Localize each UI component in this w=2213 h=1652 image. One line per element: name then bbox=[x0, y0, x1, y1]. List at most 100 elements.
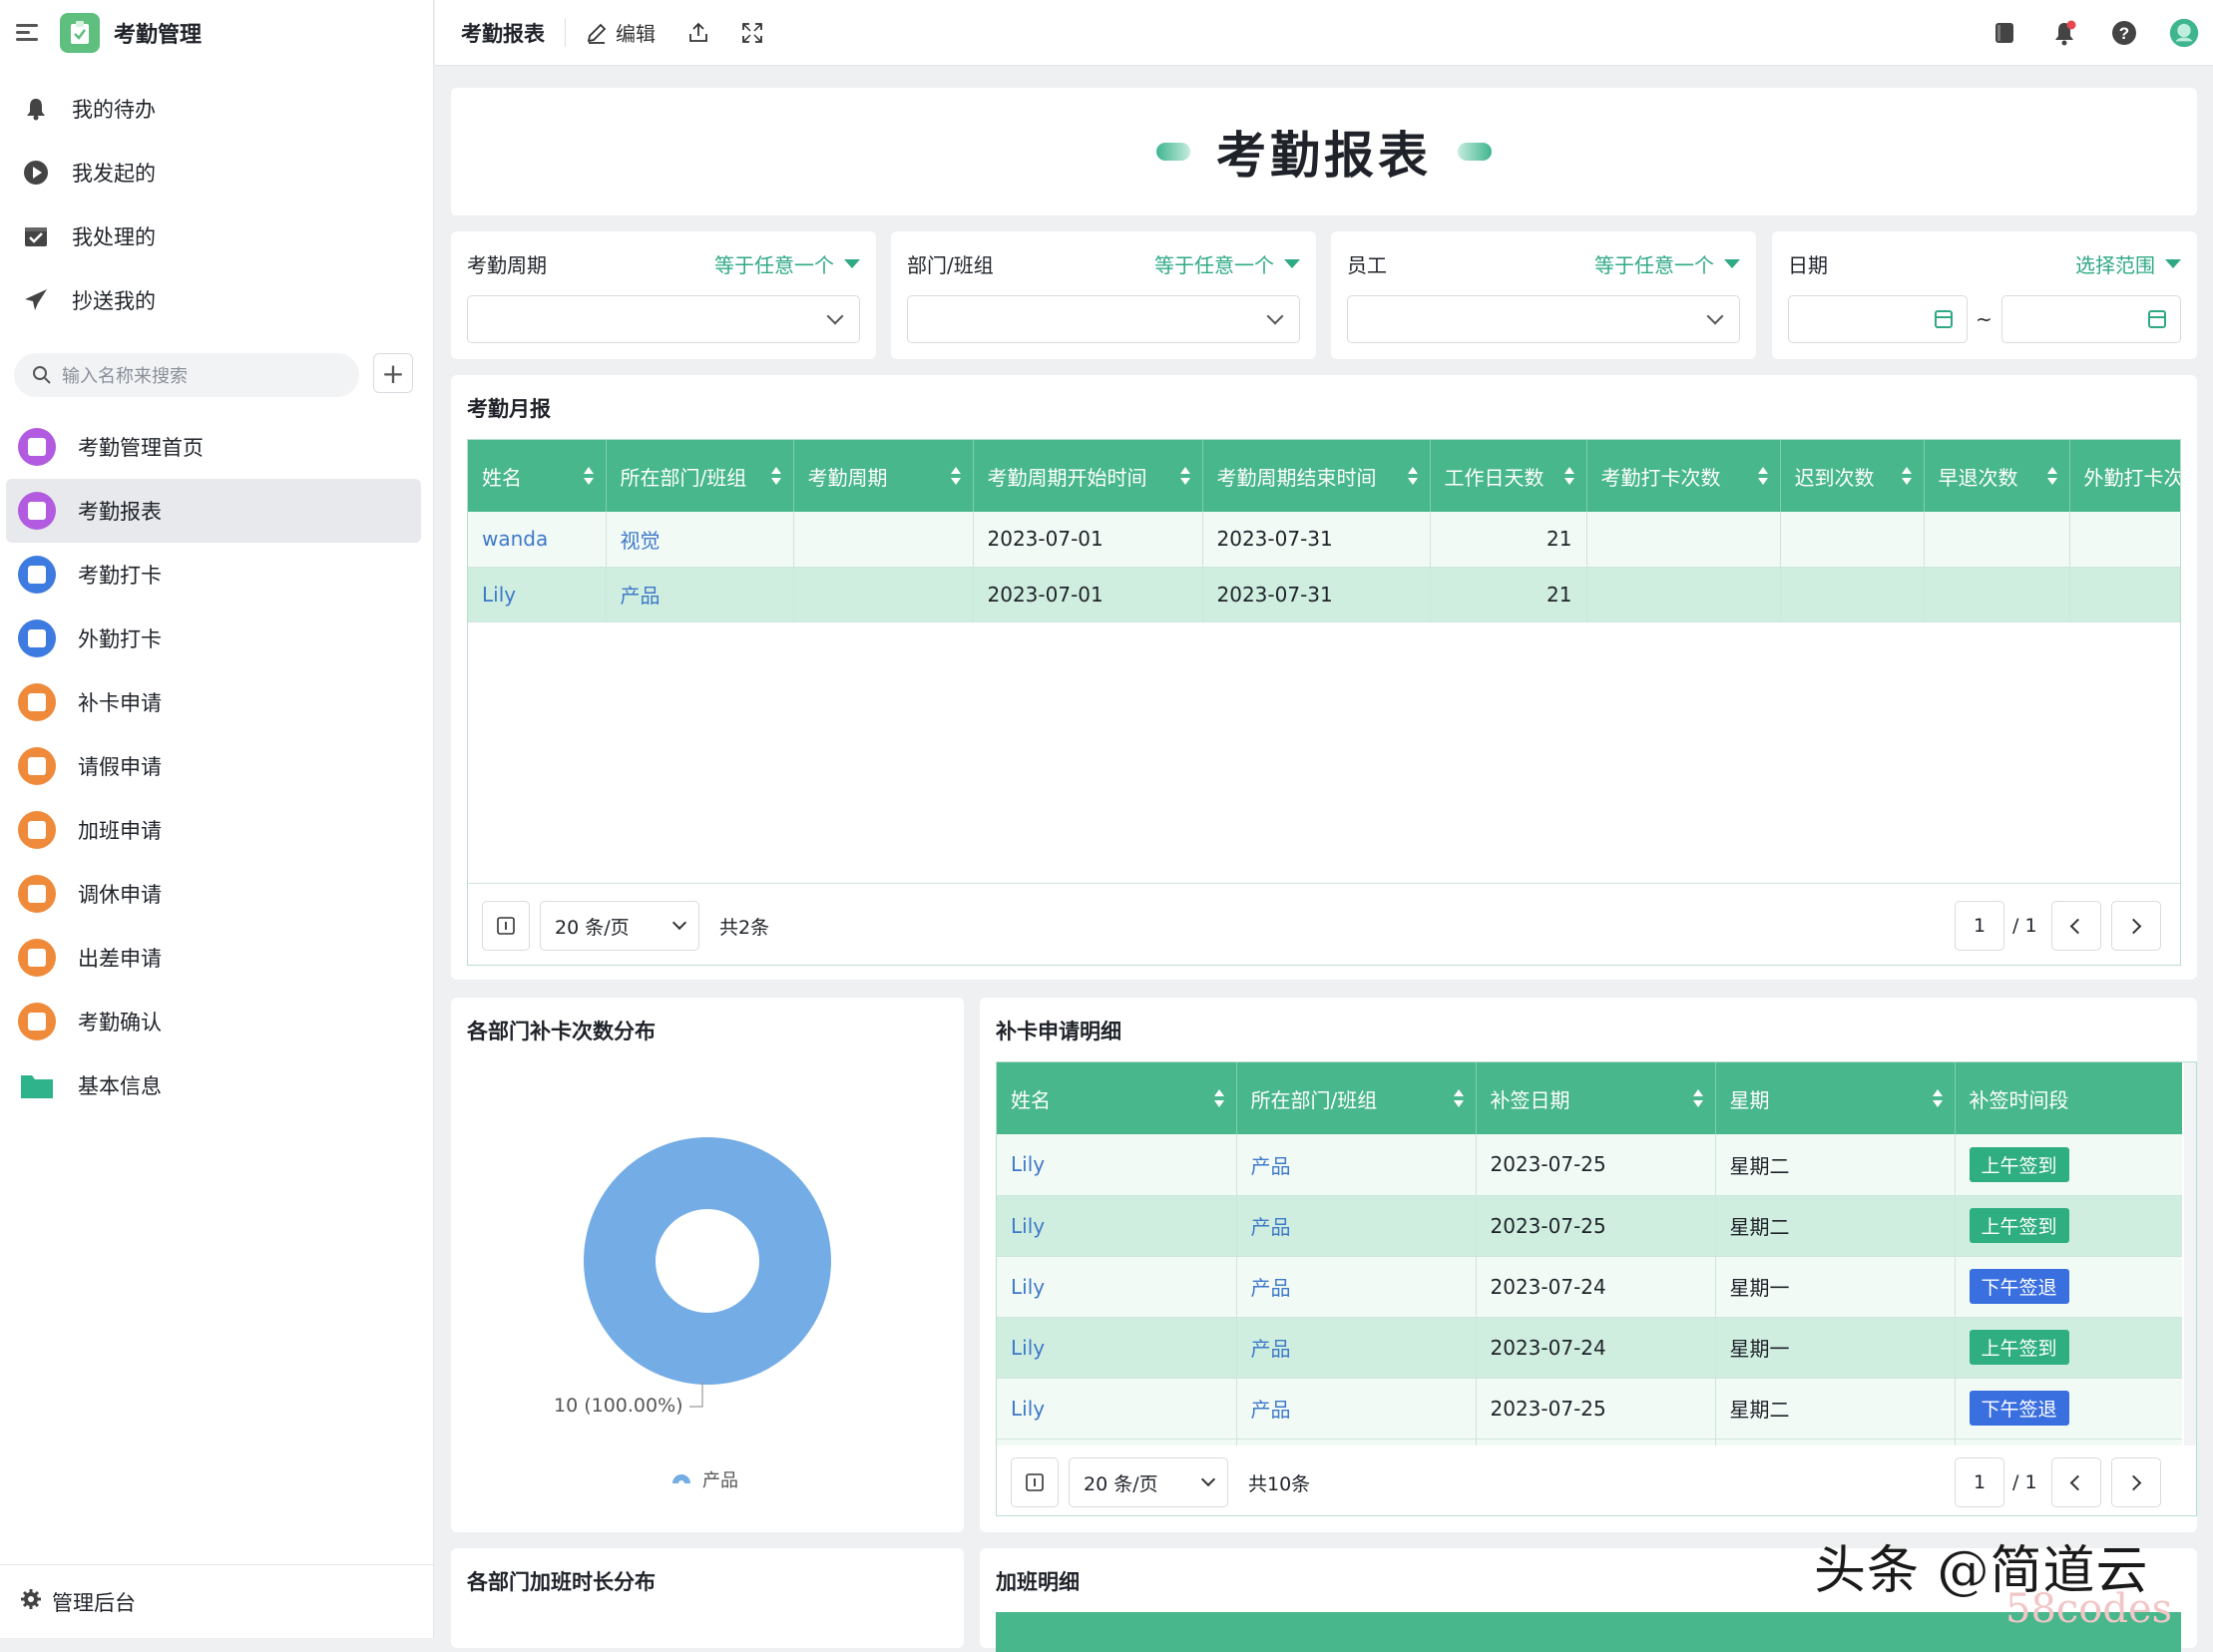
sidebar-item-my-todo[interactable]: 我的待办 bbox=[0, 78, 434, 140]
book-icon[interactable] bbox=[1990, 18, 2019, 48]
filter-operator[interactable]: 选择范围 bbox=[2075, 249, 2181, 278]
sort-icon[interactable] bbox=[583, 467, 594, 485]
next-page-button[interactable] bbox=[2110, 1457, 2161, 1507]
column-header[interactable]: 姓名 bbox=[468, 440, 607, 512]
table-row[interactable]: Lily 产品 2023-07-25 星期二 上午签到 bbox=[997, 1195, 2182, 1257]
sort-icon[interactable] bbox=[1453, 1089, 1464, 1107]
table-cell[interactable]: Lily bbox=[997, 1256, 1237, 1318]
add-button[interactable]: + bbox=[373, 353, 413, 393]
filter-operator[interactable]: 等于任意一个 bbox=[714, 249, 860, 278]
sidebar-item-nav[interactable]: 出差申请 bbox=[0, 926, 434, 990]
column-header[interactable]: 所在部门/班组 bbox=[606, 440, 794, 512]
table-cell[interactable]: Lily bbox=[997, 1378, 1237, 1440]
table-cell[interactable]: 视觉 bbox=[606, 512, 794, 568]
page-number-input[interactable]: 1 bbox=[1955, 901, 2004, 951]
export-button[interactable] bbox=[687, 22, 709, 44]
column-header[interactable]: 姓名 bbox=[997, 1062, 1237, 1134]
sort-icon[interactable] bbox=[2046, 467, 2057, 485]
page-number-input[interactable]: 1 bbox=[1955, 1457, 2004, 1507]
prev-page-button[interactable] bbox=[2050, 1457, 2101, 1507]
next-page-button[interactable] bbox=[2110, 901, 2161, 951]
sort-icon[interactable] bbox=[1407, 467, 1418, 485]
filter-operator[interactable]: 等于任意一个 bbox=[1594, 249, 1740, 278]
sidebar-item-my-initiated[interactable]: 我发起的 bbox=[0, 142, 434, 204]
column-header[interactable]: 考勤周期结束时间 bbox=[1202, 440, 1431, 512]
table-row[interactable]: Lily 产品 2023-07-25 星期二 下午签退 bbox=[997, 1378, 2182, 1440]
fullscreen-button[interactable] bbox=[741, 22, 763, 44]
page-info-button[interactable] bbox=[1011, 1457, 1059, 1507]
sort-icon[interactable] bbox=[1179, 467, 1190, 485]
table-cell[interactable]: wanda bbox=[468, 512, 607, 568]
sidebar-item-nav[interactable]: 考勤打卡 bbox=[0, 543, 434, 607]
employee-select[interactable] bbox=[1347, 295, 1740, 343]
prev-page-button[interactable] bbox=[2050, 901, 2101, 951]
department-select[interactable] bbox=[907, 295, 1300, 343]
sidebar-item-nav[interactable]: 考勤报表 bbox=[6, 479, 421, 543]
end-date-input[interactable] bbox=[2001, 295, 2181, 343]
table-cell[interactable]: 产品 bbox=[1236, 1134, 1477, 1196]
column-header[interactable]: 考勤周期 bbox=[793, 440, 974, 512]
sort-icon[interactable] bbox=[1213, 1089, 1224, 1107]
sort-icon[interactable] bbox=[950, 467, 961, 485]
sort-icon[interactable] bbox=[1757, 467, 1768, 485]
sidebar-item-nav[interactable]: 加班申请 bbox=[0, 798, 434, 862]
sidebar-item-nav[interactable]: 请假申请 bbox=[0, 734, 434, 798]
table-row[interactable]: Lily 产品 2023-07-01 2023-07-31 21 bbox=[468, 567, 2180, 622]
sidebar-item-my-handled[interactable]: 我处理的 bbox=[0, 206, 434, 267]
page-info-button[interactable] bbox=[482, 901, 530, 951]
table-row[interactable]: Lily 产品 2023-07-24 星期一 下午签退 bbox=[997, 1256, 2182, 1318]
hamburger-icon[interactable] bbox=[16, 24, 40, 42]
avatar[interactable] bbox=[2169, 18, 2199, 48]
table-cell[interactable]: Lily bbox=[468, 567, 607, 622]
table-cell[interactable]: 产品 bbox=[1236, 1195, 1477, 1257]
sort-icon[interactable] bbox=[1563, 467, 1574, 485]
edit-button[interactable]: 编辑 bbox=[586, 18, 656, 47]
column-header[interactable]: 外勤打卡次 bbox=[2069, 440, 2180, 512]
column-header[interactable]: 考勤打卡次数 bbox=[1586, 440, 1781, 512]
form-icon bbox=[18, 939, 56, 977]
table-cell[interactable]: Lily bbox=[997, 1134, 1237, 1196]
sidebar-search-input[interactable]: 输入名称来搜索 bbox=[14, 353, 359, 397]
pie-slice[interactable] bbox=[584, 1137, 831, 1385]
sidebar-item-nav[interactable]: 考勤管理首页 bbox=[0, 415, 434, 479]
column-header[interactable]: 考勤周期开始时间 bbox=[973, 440, 1203, 512]
sort-icon[interactable] bbox=[1692, 1089, 1703, 1107]
column-header[interactable]: 早退次数 bbox=[1924, 440, 2070, 512]
period-select[interactable] bbox=[467, 295, 860, 343]
sort-icon[interactable] bbox=[770, 467, 781, 485]
table-cell[interactable]: 产品 bbox=[1236, 1256, 1477, 1318]
sort-icon[interactable] bbox=[1932, 1089, 1943, 1107]
admin-backend-link[interactable]: 管理后台 bbox=[0, 1564, 434, 1638]
table-cell[interactable]: 产品 bbox=[1236, 1378, 1477, 1440]
page-size-select[interactable]: 20 条/页 bbox=[1069, 1457, 1228, 1507]
table-row[interactable]: Lily 产品 2023-07-24 星期一 上午签到 bbox=[997, 1317, 2182, 1379]
filter-operator[interactable]: 等于任意一个 bbox=[1154, 249, 1300, 278]
page-size-select[interactable]: 20 条/页 bbox=[540, 901, 699, 951]
column-header[interactable]: 补签时间段 bbox=[1955, 1062, 2182, 1134]
column-header[interactable]: 补签日期 bbox=[1476, 1062, 1716, 1134]
help-icon[interactable]: ? bbox=[2109, 18, 2139, 48]
column-header[interactable]: 所在部门/班组 bbox=[1236, 1062, 1477, 1134]
table-cell[interactable]: 产品 bbox=[1236, 1317, 1477, 1379]
notification-bell-icon[interactable] bbox=[2049, 18, 2079, 48]
sidebar-item-nav[interactable]: 考勤确认 bbox=[0, 990, 434, 1053]
table-cell[interactable]: Lily bbox=[997, 1195, 1237, 1257]
table-row[interactable]: Lily 产品 2023-07-25 星期二 上午签到 bbox=[997, 1134, 2182, 1196]
sidebar-item-nav[interactable]: 外勤打卡 bbox=[0, 607, 434, 670]
makeup-distribution-card: 各部门补卡次数分布 10 (100.00%) 产品 bbox=[451, 998, 964, 1532]
table-row[interactable]: wanda 视觉 2023-07-01 2023-07-31 21 bbox=[468, 512, 2180, 568]
sidebar-item-cc-me[interactable]: 抄送我的 bbox=[0, 269, 434, 331]
column-header[interactable]: 工作日天数 bbox=[1430, 440, 1587, 512]
table-cell[interactable]: 产品 bbox=[606, 567, 794, 622]
scrollbar[interactable] bbox=[2184, 1062, 2196, 1446]
column-header[interactable]: 星期 bbox=[1715, 1062, 1956, 1134]
sidebar-item-nav[interactable]: 基本信息 bbox=[0, 1053, 434, 1117]
table-cell[interactable]: Lily bbox=[997, 1317, 1237, 1379]
start-date-input[interactable] bbox=[1788, 295, 1968, 343]
column-header[interactable]: 迟到次数 bbox=[1780, 440, 1925, 512]
sidebar-item-nav[interactable]: 补卡申请 bbox=[0, 670, 434, 734]
sidebar-item-nav[interactable]: 调休申请 bbox=[0, 862, 434, 926]
sort-icon[interactable] bbox=[1901, 467, 1912, 485]
makeup-table-scroll[interactable]: 姓名 所在部门/班组 补签日期 星期 补签时间段 Lily 产品 2023-07-25 星期二… bbox=[997, 1062, 2182, 1446]
sidebar-item-label: 考勤报表 bbox=[78, 500, 162, 524]
